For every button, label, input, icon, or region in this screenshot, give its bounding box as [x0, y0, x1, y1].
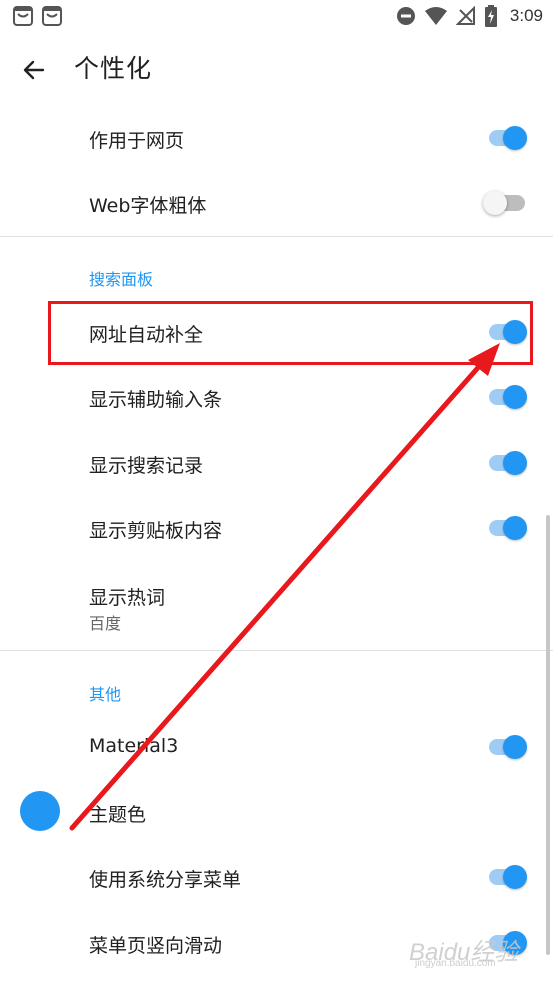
- app-notification-icon: [42, 6, 62, 26]
- section-divider: [0, 236, 553, 237]
- no-signal-icon: [455, 6, 475, 25]
- setting-label: Material3: [89, 735, 179, 757]
- input-assist-bar-switch[interactable]: [487, 377, 529, 417]
- setting-label: 网址自动补全: [89, 324, 204, 346]
- setting-row-theme-color[interactable]: 主题色: [0, 781, 553, 841]
- setting-label: 作用于网页: [89, 130, 185, 152]
- setting-row-hot-words[interactable]: 显示热词 百度: [0, 570, 553, 640]
- section-divider: [0, 650, 553, 651]
- setting-row-search-history[interactable]: 显示搜索记录: [0, 432, 553, 492]
- system-share-menu-switch[interactable]: [487, 857, 529, 897]
- apply-to-web-switch[interactable]: [487, 118, 529, 158]
- setting-label: 显示剪贴板内容: [89, 520, 223, 542]
- material3-switch[interactable]: [487, 727, 529, 767]
- status-time: 3:09: [509, 6, 543, 25]
- setting-row-url-autocomplete[interactable]: 网址自动补全: [0, 302, 553, 362]
- section-header-other: 其他: [89, 685, 122, 704]
- setting-row-input-assist-bar[interactable]: 显示辅助输入条: [0, 367, 553, 427]
- section-header-search-panel: 搜索面板: [89, 270, 154, 289]
- page-title: 个性化: [74, 54, 153, 83]
- arrow-back-icon[interactable]: [18, 54, 50, 86]
- setting-row-apply-to-web[interactable]: 作用于网页: [0, 108, 553, 168]
- setting-label: Web字体粗体: [89, 195, 207, 217]
- watermark-logo: Baidu经验 jingyan.baidu.com: [409, 928, 539, 972]
- app-notification-icon: [13, 6, 33, 26]
- watermark-sub: jingyan.baidu.com: [415, 958, 496, 969]
- web-font-bold-switch[interactable]: [483, 183, 529, 223]
- system-status-icons: 3:09: [396, 0, 543, 32]
- wifi-icon: [424, 7, 447, 25]
- scrollbar[interactable]: [546, 515, 550, 955]
- setting-row-web-font-bold[interactable]: Web字体粗体: [0, 172, 553, 232]
- setting-row-clipboard[interactable]: 显示剪贴板内容: [0, 498, 553, 558]
- setting-label: 显示搜索记录: [89, 455, 204, 477]
- setting-label: 显示辅助输入条: [89, 389, 223, 411]
- setting-value: 百度: [89, 614, 122, 633]
- url-autocomplete-switch[interactable]: [487, 312, 529, 352]
- setting-row-material3[interactable]: Material3: [0, 716, 553, 776]
- setting-label: 显示热词: [89, 587, 166, 609]
- setting-label: 使用系统分享菜单: [89, 869, 242, 891]
- theme-color-swatch[interactable]: [20, 791, 60, 831]
- setting-label: 主题色: [89, 804, 147, 826]
- do-not-disturb-icon: [396, 7, 415, 25]
- battery-charging-icon: [484, 5, 497, 27]
- setting-label: 菜单页竖向滑动: [89, 935, 223, 957]
- status-bar: 3:09: [0, 0, 553, 32]
- clipboard-switch[interactable]: [487, 508, 529, 548]
- setting-row-system-share-menu[interactable]: 使用系统分享菜单: [0, 847, 553, 907]
- search-history-switch[interactable]: [487, 443, 529, 483]
- app-bar: 个性化: [0, 32, 553, 108]
